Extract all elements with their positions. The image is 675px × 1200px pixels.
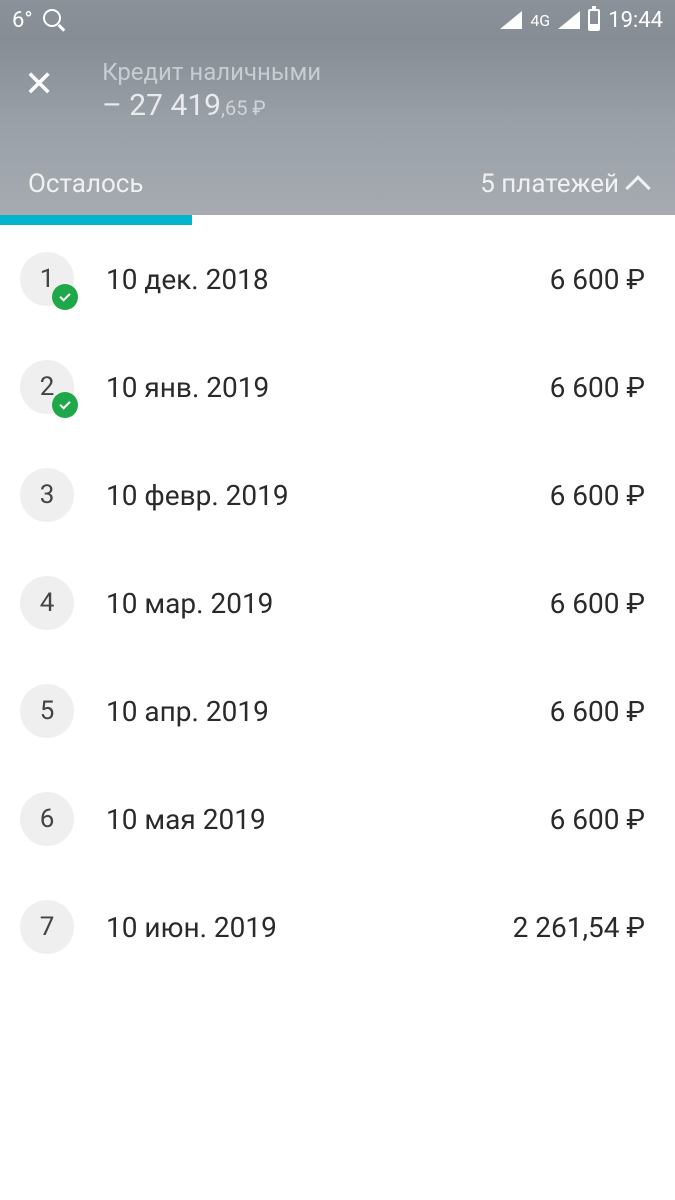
payment-amount: 6 600 ₽: [550, 371, 645, 404]
payment-date: 10 мая 2019: [106, 803, 550, 836]
payment-row[interactable]: 6 10 мая 20196 600 ₽: [0, 765, 675, 873]
page-header: ✕ Кредит наличными – 27 419,65 ₽ Осталос…: [0, 40, 675, 215]
balance-main: – 27 419: [102, 88, 221, 123]
payment-date: 10 янв. 2019: [106, 371, 550, 404]
network-indicator: 4G: [530, 11, 550, 30]
header-summary[interactable]: Осталось 5 платежей: [0, 169, 675, 199]
battery-icon: [588, 9, 600, 31]
remaining-label: Осталось: [28, 169, 144, 199]
payment-row[interactable]: 7 10 июн. 20192 261,54 ₽: [0, 873, 675, 981]
payment-row[interactable]: 1 10 дек. 20186 600 ₽: [0, 225, 675, 333]
header-title-area: Кредит наличными – 27 419,65 ₽: [102, 58, 321, 123]
payment-number-badge: 7: [20, 900, 74, 954]
progress-bar: [0, 215, 675, 225]
payment-list: 110 дек. 20186 600 ₽210 янв. 20196 600 ₽…: [0, 225, 675, 981]
temperature-indicator: 6°: [12, 8, 33, 33]
status-bar: 6° 4G 19:44: [0, 0, 675, 40]
payment-date: 10 мар. 2019: [106, 587, 550, 620]
payment-date: 10 апр. 2019: [106, 695, 550, 728]
payment-number-badge: 5: [20, 684, 74, 738]
payment-amount: 6 600 ₽: [550, 695, 645, 728]
payment-amount: 2 261,54 ₽: [513, 911, 645, 944]
payment-number-badge: 2: [20, 360, 74, 414]
payment-number-badge: 3: [20, 468, 74, 522]
progress-fill: [0, 215, 192, 225]
header-top: ✕ Кредит наличными – 27 419,65 ₽: [0, 40, 675, 141]
payment-row[interactable]: 4 10 мар. 20196 600 ₽: [0, 549, 675, 657]
check-icon: [52, 284, 78, 310]
payment-number-badge: 4: [20, 576, 74, 630]
payments-toggle[interactable]: 5 платежей: [480, 169, 647, 199]
payment-row[interactable]: 3 10 февр. 20196 600 ₽: [0, 441, 675, 549]
payment-amount: 6 600 ₽: [550, 479, 645, 512]
payment-number-badge: 6: [20, 792, 74, 846]
payment-date: 10 февр. 2019: [106, 479, 550, 512]
payment-amount: 6 600 ₽: [550, 587, 645, 620]
status-left: 6°: [12, 8, 65, 33]
loan-balance: – 27 419,65 ₽: [102, 88, 321, 123]
payments-count: 5 платежей: [480, 169, 619, 199]
payment-date: 10 дек. 2018: [106, 263, 550, 296]
signal-icon: [500, 11, 522, 29]
payment-amount: 6 600 ₽: [550, 803, 645, 836]
signal-icon-2: [558, 11, 580, 29]
payment-date: 10 июн. 2019: [106, 911, 513, 944]
close-button[interactable]: ✕: [24, 66, 54, 102]
balance-decimal: ,65 ₽: [221, 96, 266, 120]
check-icon: [52, 392, 78, 418]
payment-row[interactable]: 5 10 апр. 20196 600 ₽: [0, 657, 675, 765]
time-indicator: 19:44: [608, 8, 663, 33]
search-icon[interactable]: [43, 9, 65, 31]
payment-amount: 6 600 ₽: [550, 263, 645, 296]
payment-number-badge: 1: [20, 252, 74, 306]
status-right: 4G 19:44: [500, 8, 663, 33]
chevron-up-icon: [625, 175, 650, 200]
payment-row[interactable]: 2 10 янв. 20196 600 ₽: [0, 333, 675, 441]
loan-title: Кредит наличными: [102, 58, 321, 86]
